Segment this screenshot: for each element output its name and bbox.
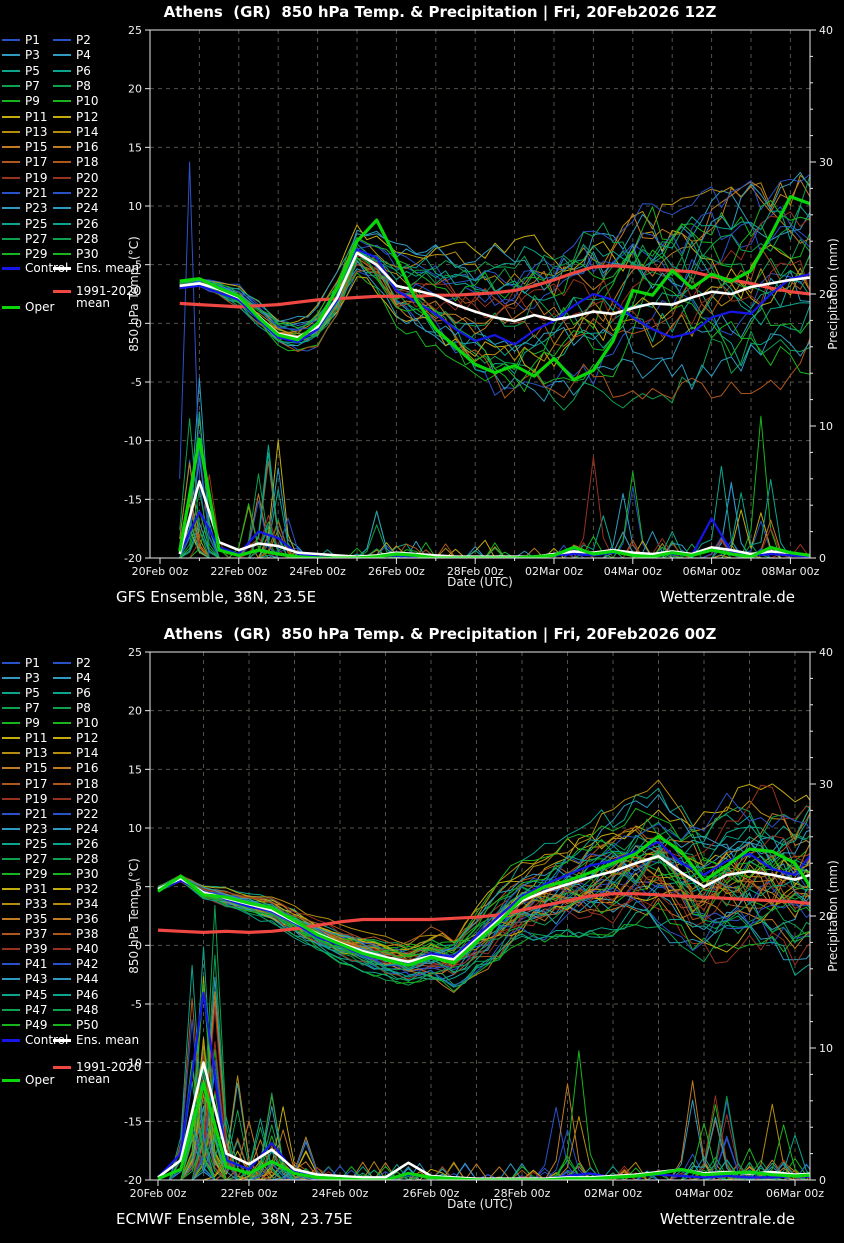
member-precip-line: [158, 977, 841, 1180]
gfs-x-axis-label: Date (UTC): [150, 575, 810, 589]
member-precip-line: [158, 1069, 841, 1181]
gfs-watermark: Wetterzentrale.de: [660, 588, 795, 606]
member-precip-line: [158, 977, 841, 1181]
ecmwf-temp-axis-label: 850 hPa Temp. (°C): [127, 756, 141, 1076]
ecmwf-x-axis-label: Date (UTC): [150, 1197, 810, 1211]
member-precip-line: [158, 1043, 841, 1180]
temp-tick-label: 20: [128, 83, 142, 96]
member-temp-line: [180, 176, 810, 339]
temp-tick-label: -15: [124, 493, 142, 506]
member-precip-line: [158, 955, 841, 1180]
temp-tick-label: 25: [128, 646, 142, 659]
member-temp-line: [158, 879, 841, 993]
ecmwf-model-caption: ECMWF Ensemble, 38N, 23.75E: [116, 1210, 352, 1228]
member-temp-line: [158, 879, 841, 980]
ensemble-member-lines: [180, 162, 810, 558]
series-layer: [180, 162, 810, 558]
member-precip-line: [158, 965, 841, 1180]
member-precip-line: [158, 1042, 841, 1180]
ecmwf-chart-title: Athens (GR) 850 hPa Temp. & Precipitatio…: [140, 625, 740, 643]
member-temp-line: [180, 207, 810, 396]
ensemble-member-lines: [158, 771, 841, 1180]
temp-tick-label: -20: [124, 552, 142, 565]
member-precip-line: [158, 998, 841, 1180]
precip-tick-label: 0: [819, 552, 826, 565]
member-precip-line: [158, 1038, 841, 1180]
member-temp-line: [180, 242, 810, 328]
member-precip-line: [158, 1007, 841, 1180]
series-layer: [158, 771, 841, 1180]
member-precip-line: [158, 983, 841, 1180]
ecmwf-precip-axis-label: Precipitation (mm): [826, 756, 840, 1076]
member-precip-line: [158, 992, 841, 1180]
member-temp-line: [180, 175, 810, 333]
temp-tick-label: -15: [124, 1115, 142, 1128]
member-precip-line: [158, 905, 841, 1180]
member-precip-line: [158, 947, 841, 1180]
ecmwf-watermark: Wetterzentrale.de: [660, 1210, 795, 1228]
gfs-chart-title: Athens (GR) 850 hPa Temp. & Precipitatio…: [140, 3, 740, 21]
series-1991-2020-mean-temp: [180, 266, 810, 307]
gfs-model-caption: GFS Ensemble, 38N, 23.5E: [116, 588, 316, 606]
series-ens-mean-precip: [180, 481, 810, 556]
member-precip-line: [158, 1002, 841, 1181]
member-temp-line: [180, 212, 810, 329]
precip-tick-label: 40: [819, 646, 833, 659]
temp-tick-label: 25: [128, 24, 142, 37]
precip-tick-label: 0: [819, 1174, 826, 1187]
temp-tick-label: -20: [124, 1174, 142, 1187]
gfs-precip-axis-label: Precipitation (mm): [826, 134, 840, 454]
panel-ecmwf-ensemble: 2520151050-5-10-15-2001020304020Feb 00z2…: [0, 622, 844, 1243]
gfs-temp-axis-label: 850 hPa Temp. (°C): [127, 134, 141, 454]
series-control-precip: [158, 993, 841, 1180]
precip-tick-label: 40: [819, 24, 833, 37]
member-temp-line: [158, 793, 841, 966]
panel-gfs-ensemble: 2520151050-5-10-15-2001020304020Feb 00z2…: [0, 0, 844, 622]
temp-tick-label: 20: [128, 705, 142, 718]
